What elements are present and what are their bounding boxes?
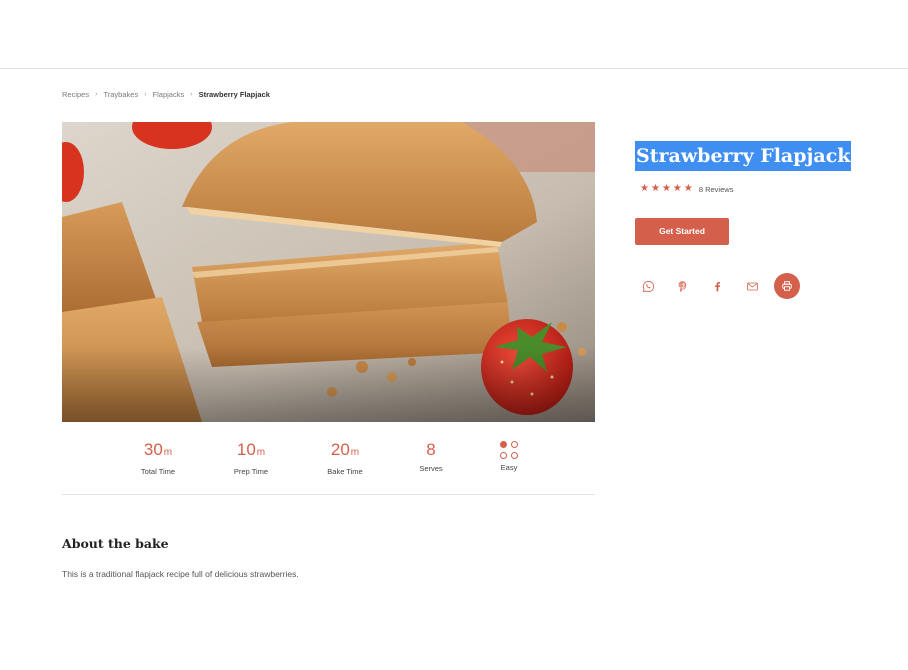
- about-description: This is a traditional flapjack recipe fu…: [62, 569, 299, 579]
- chevron-right-icon: ›: [190, 91, 193, 98]
- breadcrumb-current: Strawberry Flapjack: [198, 90, 270, 99]
- facebook-icon: [714, 281, 720, 291]
- hero-photo: [62, 122, 595, 422]
- stat-serves: 8 Serves: [386, 440, 476, 473]
- about-title: About the bake: [62, 536, 169, 551]
- stat-bake-time: 20m Bake Time: [300, 440, 390, 476]
- stat-unit: m: [350, 447, 360, 458]
- pinterest-share-button[interactable]: [669, 273, 695, 299]
- breadcrumb-flapjacks[interactable]: Flapjacks: [153, 90, 185, 99]
- top-navigation-bar: [0, 0, 908, 69]
- whatsapp-icon: [642, 280, 654, 292]
- star-icon: ★: [683, 183, 693, 194]
- star-rating[interactable]: ★ ★ ★ ★ ★ 8 Reviews: [640, 183, 733, 195]
- breadcrumb-recipes[interactable]: Recipes: [62, 90, 89, 99]
- stat-difficulty: Easy: [464, 440, 554, 472]
- stat-unit: m: [163, 447, 173, 458]
- email-icon: [746, 282, 758, 290]
- recipe-title: Strawberry Flapjack: [635, 141, 852, 171]
- stat-value: 10m: [206, 440, 296, 463]
- difficulty-icon: [500, 441, 518, 459]
- star-icon: ★: [650, 183, 660, 194]
- stat-value: 20m: [300, 440, 390, 463]
- breadcrumb-traybakes[interactable]: Traybakes: [103, 90, 138, 99]
- stat-number: 20: [330, 440, 350, 459]
- print-icon: [782, 281, 792, 291]
- star-icon: ★: [672, 183, 682, 194]
- whatsapp-share-button[interactable]: [635, 273, 661, 299]
- stat-unit: m: [256, 447, 266, 458]
- section-divider: [62, 494, 595, 495]
- stat-label: Serves: [419, 464, 443, 473]
- stat-total-time: 30m Total Time: [113, 440, 203, 476]
- star-icon: ★: [661, 183, 671, 194]
- breadcrumb: Recipes › Traybakes › Flapjacks › Strawb…: [62, 90, 270, 99]
- stat-value: 8: [386, 440, 476, 460]
- chevron-right-icon: ›: [144, 91, 147, 98]
- stat-number: 30: [143, 440, 163, 459]
- reviews-link[interactable]: 8 Reviews: [699, 185, 734, 194]
- facebook-share-button[interactable]: [704, 273, 730, 299]
- stat-label: Easy: [500, 463, 518, 472]
- recipe-stats: 30m Total Time 10m Prep Time 20m Bake Ti…: [62, 440, 595, 480]
- stat-number: 8: [426, 440, 436, 459]
- stat-value: 30m: [113, 440, 203, 463]
- print-button[interactable]: [774, 273, 800, 299]
- stat-label: Total Time: [140, 467, 176, 476]
- pinterest-icon: [678, 280, 686, 292]
- stat-prep-time: 10m Prep Time: [206, 440, 296, 476]
- stat-number: 10: [236, 440, 256, 459]
- chevron-right-icon: ›: [95, 91, 98, 98]
- email-share-button[interactable]: [739, 273, 765, 299]
- star-icon: ★: [640, 183, 649, 194]
- recipe-hero-image: [62, 122, 595, 422]
- stat-label: Prep Time: [233, 467, 269, 476]
- get-started-button[interactable]: Get Started: [635, 218, 729, 245]
- stat-label: Bake Time: [327, 467, 363, 476]
